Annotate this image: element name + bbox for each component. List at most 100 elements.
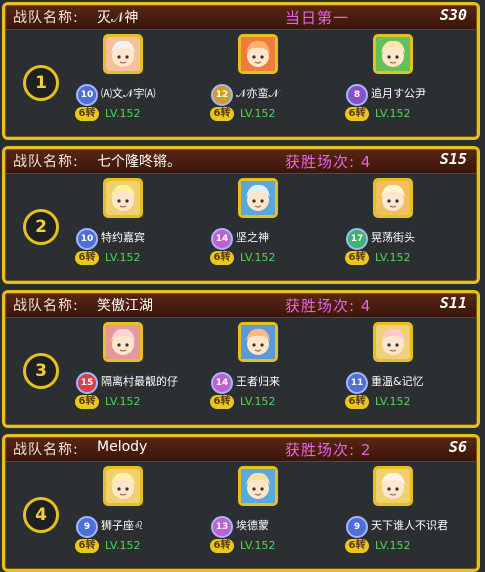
member-avatar[interactable] [238,178,278,218]
member-name: 🄐文𝒩宇🄐 [101,87,156,100]
team-name-label: 战队名称: [13,442,79,458]
rebirth-badge: 6转 [345,539,369,553]
member-avatar[interactable] [103,178,143,218]
rebirth-badge: 6转 [75,395,99,409]
member-level: LV.152 [375,251,411,264]
server-tag: S11 [439,294,467,312]
member-avatar[interactable] [103,34,143,74]
member-name: 𝒩亦蛮𝒩 [236,87,280,100]
rebirth-badge: 6转 [210,107,234,121]
team-card: 战队名称: 笑傲江湖 获胜场次: 4 S11 3 15 隔离村最靓的仔 6转 LV.152 14 王… [2,290,480,428]
character-portrait-icon [106,181,140,215]
member-name: 晃荡街头 [371,231,415,244]
member-level: LV.152 [240,107,276,120]
character-portrait-icon [241,37,275,71]
member-level: LV.152 [240,539,276,552]
member-level: LV.152 [105,107,141,120]
character-portrait-icon [376,37,410,71]
server-tag: S30 [439,6,467,24]
level-shield-icon: 15 [76,372,98,394]
server-tag: S15 [439,150,467,168]
member-level: LV.152 [375,539,411,552]
team-stat: 获胜场次: 4 [285,297,372,315]
team-stat: 当日第一 [285,9,350,27]
member-avatar[interactable] [238,466,278,506]
rebirth-badge: 6转 [345,107,369,121]
member-name: 狮子座♌ [101,519,144,532]
member-name: 王者归来 [236,375,280,388]
level-shield-icon: 12 [211,84,233,106]
team-name: 七个隆咚锵。 [97,154,181,170]
team-name-label: 战队名称: [13,154,79,170]
rebirth-badge: 6转 [75,107,99,121]
character-portrait-icon [376,469,410,503]
rebirth-badge: 6转 [210,395,234,409]
team-name-label: 战队名称: [13,10,79,26]
level-shield-icon: 9 [76,516,98,538]
character-portrait-icon [376,181,410,215]
team-name: 笑傲江湖 [97,298,153,314]
team-member[interactable]: 17 晃荡街头 6转 LV.152 [345,178,477,274]
team-header: 战队名称: 笑傲江湖 获胜场次: 4 S11 [5,293,477,318]
member-level: LV.152 [375,107,411,120]
team-card: 战队名称: 七个隆咚锵。 获胜场次: 4 S15 2 10 特约嘉宾 6转 LV.152 14 坚之… [2,146,480,284]
rebirth-badge: 6转 [345,395,369,409]
level-shield-icon: 13 [211,516,233,538]
member-avatar[interactable] [373,466,413,506]
level-shield-icon: 8 [346,84,368,106]
member-name: 隔离村最靓的仔 [101,375,178,388]
member-avatar[interactable] [238,34,278,74]
rebirth-badge: 6转 [345,251,369,265]
member-level: LV.152 [105,539,141,552]
level-shield-icon: 14 [211,372,233,394]
rank-badge: 1 [23,65,59,101]
character-portrait-icon [241,325,275,359]
member-name: 坚之神 [236,231,269,244]
team-stat: 获胜场次: 4 [285,153,372,171]
member-name: 天下谁人不识君 [371,519,448,532]
team-card: 战队名称: Melody 获胜场次: 2 S6 4 9 狮子座♌ 6转 LV.152 13 埃德蒙 6… [2,434,480,572]
team-header: 战队名称: 灭𝒩神 当日第一 S30 [5,5,477,30]
member-name: 追月す公尹 [371,87,426,100]
member-name: 埃德蒙 [236,519,269,532]
character-portrait-icon [106,325,140,359]
member-name: 特约嘉宾 [101,231,145,244]
character-portrait-icon [106,37,140,71]
rank-badge: 2 [23,209,59,245]
member-avatar[interactable] [373,322,413,362]
member-avatar[interactable] [238,322,278,362]
member-level: LV.152 [105,251,141,264]
rebirth-badge: 6转 [75,251,99,265]
member-avatar[interactable] [103,322,143,362]
level-shield-icon: 10 [76,84,98,106]
member-level: LV.152 [105,395,141,408]
team-name-label: 战队名称: [13,298,79,314]
character-portrait-icon [241,181,275,215]
team-member[interactable]: 8 追月す公尹 6转 LV.152 [345,34,477,130]
character-portrait-icon [241,469,275,503]
character-portrait-icon [106,469,140,503]
member-level: LV.152 [240,395,276,408]
team-stat: 获胜场次: 2 [285,441,372,459]
member-avatar[interactable] [373,178,413,218]
level-shield-icon: 17 [346,228,368,250]
member-avatar[interactable] [373,34,413,74]
member-avatar[interactable] [103,466,143,506]
rebirth-badge: 6转 [75,539,99,553]
server-tag: S6 [448,438,467,456]
team-name: 灭𝒩神 [97,10,139,26]
team-name: Melody [97,439,148,455]
team-member[interactable]: 11 重温&记忆 6转 LV.152 [345,322,477,418]
team-header: 战队名称: 七个隆咚锵。 获胜场次: 4 S15 [5,149,477,174]
team-card: 战队名称: 灭𝒩神 当日第一 S30 1 10 🄐文𝒩宇🄐 6转 LV.152 12 𝒩亦蛮𝒩 6转 L… [2,2,480,140]
member-name: 重温&记忆 [371,375,424,388]
rank-badge: 4 [23,497,59,533]
team-member[interactable]: 9 天下谁人不识君 6转 LV.152 [345,466,477,562]
rank-badge: 3 [23,353,59,389]
level-shield-icon: 14 [211,228,233,250]
member-level: LV.152 [240,251,276,264]
level-shield-icon: 11 [346,372,368,394]
level-shield-icon: 9 [346,516,368,538]
team-header: 战队名称: Melody 获胜场次: 2 S6 [5,437,477,462]
character-portrait-icon [376,325,410,359]
